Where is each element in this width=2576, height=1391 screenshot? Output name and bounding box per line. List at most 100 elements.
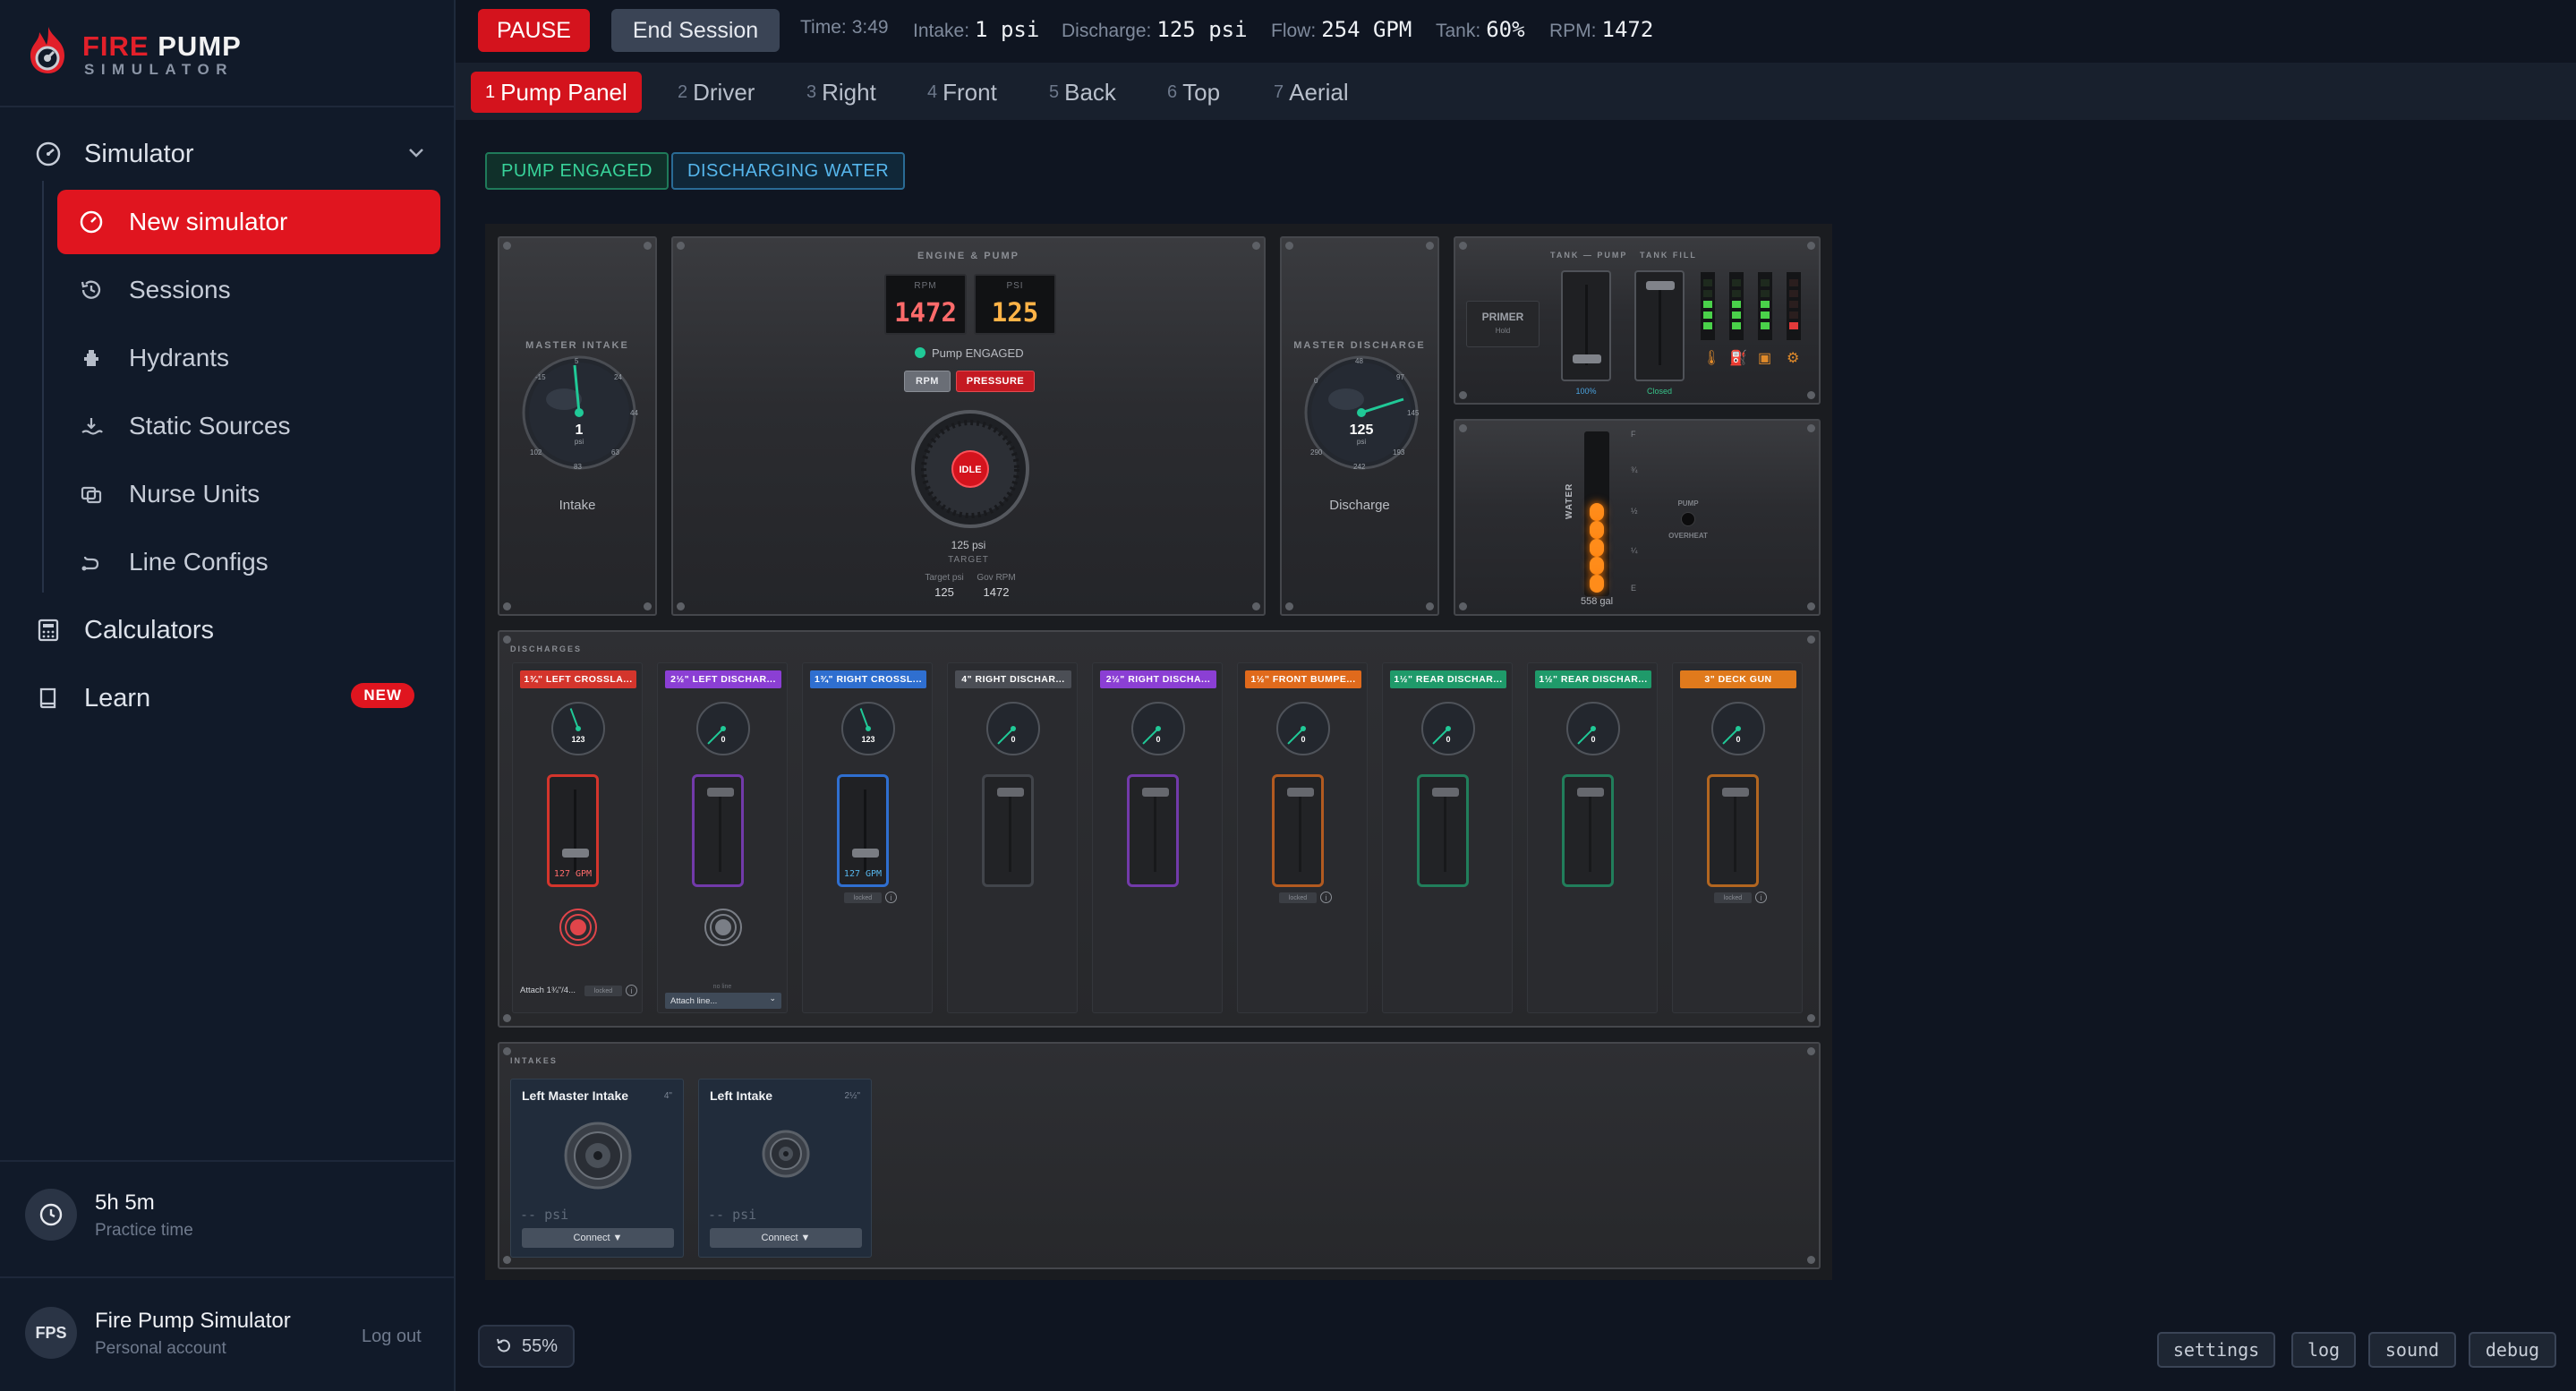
tank-fill-lever[interactable] (1634, 270, 1685, 381)
discharge-psi: 0 (1301, 735, 1305, 744)
stat-time: Time: 3:49 (800, 17, 889, 38)
history-icon (77, 276, 106, 304)
connect-button[interactable]: Connect ▼ (710, 1228, 862, 1248)
tab-pump-panel[interactable]: 1 Pump Panel (471, 72, 642, 113)
level-meter-2 (1729, 272, 1744, 340)
primer-button[interactable]: PRIMER Hold (1466, 301, 1540, 347)
locked-badge: locked (844, 892, 882, 903)
sidebar-item-hydrants[interactable]: Hydrants (57, 326, 440, 390)
sidebar-item-static-sources[interactable]: Static Sources (57, 394, 440, 458)
discharge-valve-slider[interactable]: 127 GPM (837, 774, 889, 887)
discharge-column: 2½" RIGHT DISCHA... 0 (1092, 662, 1223, 1013)
tab-driver[interactable]: 2 Driver (663, 72, 769, 113)
discharge-outlet-icon[interactable] (558, 907, 599, 948)
intake-card-left-master: Left Master Intake 4" -- psi Connect ▼ (510, 1079, 684, 1258)
rpm-mode-button[interactable]: RPM (904, 371, 951, 392)
discharge-column: 4" RIGHT DISCHAR... 0 (947, 662, 1078, 1013)
attach-line-select-value: Attach line... (670, 995, 718, 1006)
pressure-mode-button[interactable]: PRESSURE (956, 371, 1035, 392)
target-psi-label: Target psi (925, 573, 964, 583)
discharge-label: 2½" RIGHT DISCHA... (1100, 670, 1216, 688)
discharge-valve-slider[interactable] (1417, 774, 1469, 887)
discharge-valve-slider[interactable] (1127, 774, 1179, 887)
pause-button[interactable]: PAUSE (478, 9, 590, 52)
chevron-down-icon: ⌄ (769, 994, 776, 1003)
divider (0, 1276, 454, 1278)
discharge-psi: 0 (1156, 735, 1160, 744)
slider-handle[interactable] (1577, 788, 1604, 798)
info-icon[interactable]: i (885, 892, 897, 903)
discharge-valve-slider[interactable] (982, 774, 1034, 887)
info-icon[interactable]: i (1320, 892, 1332, 903)
discharge-label: 1½" REAR DISCHAR... (1535, 670, 1651, 688)
discharge-column: 3" DECK GUN 0 locked i (1672, 662, 1803, 1013)
log-button[interactable]: log (2291, 1332, 2356, 1368)
discharge-valve-slider[interactable] (692, 774, 744, 887)
throttle-knob[interactable]: IDLE (909, 408, 1031, 530)
tank-fill-value: Closed (1646, 387, 1672, 396)
slider-handle[interactable] (1432, 788, 1459, 798)
discharge-valve-slider[interactable] (1272, 774, 1324, 887)
target-label: TARGET (948, 555, 989, 565)
tick-label: 242 (1353, 463, 1366, 471)
sidebar-item-line-configs[interactable]: Line Configs (57, 530, 440, 594)
overheat-label: OVERHEAT (1668, 532, 1708, 540)
discharge-gauge: 0 (696, 702, 750, 755)
tab-top[interactable]: 6 Top (1153, 72, 1234, 113)
nav-group-simulator[interactable]: Simulator (32, 132, 426, 176)
sidebar-item-label: Hydrants (129, 344, 230, 371)
tick-label: 102 (530, 448, 542, 457)
attach-line-select[interactable]: Attach line... ⌄ (665, 993, 781, 1009)
intake-size: 2½" (844, 1091, 860, 1101)
intake-title: Left Master Intake (522, 1088, 629, 1103)
slider-handle[interactable] (1142, 788, 1169, 798)
target-psi-value: 125 (934, 585, 954, 599)
tick-label: 24 (614, 373, 622, 381)
intake-psi: -- psi (708, 1207, 757, 1223)
tab-back[interactable]: 5 Back (1035, 72, 1130, 113)
connect-button[interactable]: Connect ▼ (522, 1228, 674, 1248)
tab-front[interactable]: 4 Front (913, 72, 1011, 113)
end-session-button[interactable]: End Session (611, 9, 780, 52)
book-icon (32, 682, 64, 714)
discharge-valve-slider[interactable] (1707, 774, 1759, 887)
tick-label: 145 (1407, 409, 1420, 417)
tank-to-pump-title: TANK — PUMP (1550, 251, 1628, 260)
settings-button[interactable]: settings (2157, 1332, 2275, 1368)
slider-handle[interactable] (1722, 788, 1749, 798)
stat-rpm: RPM: 1472 (1549, 17, 1654, 42)
tank-to-pump-lever[interactable] (1561, 270, 1611, 381)
slider-handle[interactable] (1287, 788, 1314, 798)
discharge-valve-slider[interactable]: 127 GPM (547, 774, 599, 887)
discharge-outlet-icon[interactable] (703, 907, 744, 948)
discharge-column: 1½" REAR DISCHAR... 0 (1382, 662, 1513, 1013)
sidebar-item-calculators[interactable]: Calculators (32, 608, 426, 653)
clock-icon (25, 1189, 77, 1241)
pump-panel: MASTER INTAKE 1 psi -15 5 24 44 63 83 10… (485, 224, 1832, 1280)
intake-size: 4" (663, 1091, 672, 1101)
info-icon[interactable]: i (626, 985, 637, 996)
app-logo[interactable]: FIRE PUMP SIMULATOR (25, 25, 276, 79)
sidebar-item-sessions[interactable]: Sessions (57, 258, 440, 322)
level-meter-1 (1701, 272, 1715, 340)
battery-icon: ▣ (1758, 351, 1772, 366)
discharge-gauge: 0 (1566, 702, 1620, 755)
discharge-valve-slider[interactable] (1562, 774, 1614, 887)
level-mark: ¼ (1631, 546, 1638, 555)
sidebar-item-nurse-units[interactable]: Nurse Units (57, 462, 440, 526)
tab-right[interactable]: 3 Right (792, 72, 891, 113)
tab-aerial[interactable]: 7 Aerial (1259, 72, 1363, 113)
sidebar-item-new-simulator[interactable]: New simulator (57, 190, 440, 254)
debug-button[interactable]: debug (2469, 1332, 2556, 1368)
logout-link[interactable]: Log out (362, 1327, 422, 1347)
tick-label: 0 (1314, 377, 1318, 385)
slider-handle[interactable] (997, 788, 1024, 798)
slider-handle[interactable] (562, 849, 589, 858)
sound-button[interactable]: sound (2368, 1332, 2456, 1368)
intake-connector-icon (564, 1122, 632, 1190)
info-icon[interactable]: i (1755, 892, 1767, 903)
slider-handle[interactable] (707, 788, 734, 798)
primer-sublabel: Hold (1495, 327, 1511, 335)
zoom-reset-button[interactable]: 55% (478, 1325, 575, 1368)
slider-handle[interactable] (852, 849, 879, 858)
